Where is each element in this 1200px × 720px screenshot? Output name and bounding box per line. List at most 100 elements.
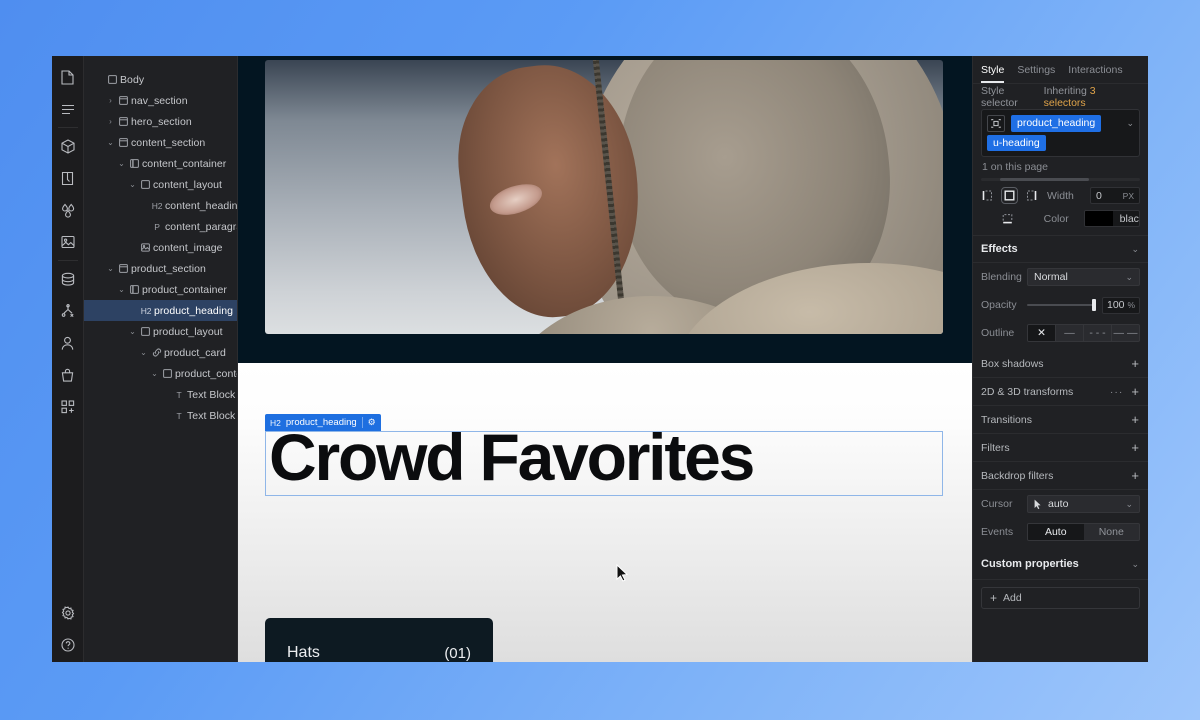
style-panel[interactable]: Style Settings Interactions Style select… xyxy=(972,56,1148,662)
chevron-down-icon[interactable]: ⌄ xyxy=(1131,244,1139,255)
navigator-row-text-block[interactable]: T Text Block xyxy=(84,384,237,405)
panel-horizontal-scrollbar[interactable] xyxy=(981,178,1140,182)
blending-select[interactable]: Normal ⌄ xyxy=(1027,268,1140,287)
hero-section[interactable] xyxy=(238,56,972,363)
navigator-row-content-heading[interactable]: H2 content_heading xyxy=(84,195,237,216)
content-image[interactable] xyxy=(265,60,943,334)
border-color-field[interactable]: black xyxy=(1083,210,1141,228)
inheriting-label[interactable]: Inheriting 3 selectors xyxy=(1044,85,1140,109)
plus-icon[interactable]: + xyxy=(1131,469,1139,482)
border-color-swatch[interactable] xyxy=(1084,211,1113,227)
navigator-row-hero-section[interactable]: › hero_section xyxy=(84,111,237,132)
plus-icon[interactable]: + xyxy=(1131,357,1139,370)
outline-option-solid[interactable]: — xyxy=(1056,325,1084,342)
selector-chip-u-heading[interactable]: u-heading xyxy=(987,135,1046,152)
outline-option-dashed[interactable]: — — xyxy=(1112,325,1139,341)
panel-scrollbar-thumb[interactable] xyxy=(1000,178,1090,182)
border-all-icon[interactable] xyxy=(1001,187,1018,205)
selector-chip-product-heading[interactable]: product_heading xyxy=(1011,115,1102,133)
help-icon[interactable] xyxy=(52,634,84,656)
opacity-slider-knob[interactable] xyxy=(1092,299,1096,312)
events-segmented[interactable]: Auto None xyxy=(1027,523,1140,542)
navigator-row-product-heading[interactable]: H2 product_heading xyxy=(84,300,237,321)
product-heading-selection-box[interactable]: H2 product_heading ⚙ Crowd Favorites xyxy=(265,414,943,496)
border-bottom-icon[interactable] xyxy=(1002,212,1014,225)
chevron-down-icon[interactable]: ⌄ xyxy=(1125,499,1133,510)
plus-icon[interactable]: + xyxy=(1131,441,1139,454)
navigator-row-content-paragra-[interactable]: Pcontent_paragra.. xyxy=(84,216,237,237)
product-heading-text[interactable]: Crowd Favorites xyxy=(269,424,755,490)
filters-row[interactable]: Filters + xyxy=(973,434,1148,463)
navigator-row-text-block[interactable]: T Text Block xyxy=(84,405,237,426)
tab-settings[interactable]: Settings xyxy=(1017,64,1055,83)
variables-icon[interactable] xyxy=(52,199,84,221)
settings-gear-icon[interactable] xyxy=(52,602,84,624)
chevron-down-icon[interactable]: ⌄ xyxy=(149,369,160,378)
apps-icon[interactable] xyxy=(52,396,84,418)
navigator-row-content-section[interactable]: ⌄ content_section xyxy=(84,132,237,153)
components-icon[interactable] xyxy=(52,135,84,157)
transforms-row[interactable]: 2D & 3D transforms ··· + xyxy=(973,378,1148,407)
plus-icon[interactable]: + xyxy=(1131,385,1139,398)
border-width-unit[interactable]: PX xyxy=(1123,191,1134,201)
product-card[interactable]: Hats (01) xyxy=(265,618,493,662)
logic-icon[interactable] xyxy=(52,300,84,322)
navigator-row-label: content_paragra.. xyxy=(165,220,237,233)
users-icon[interactable] xyxy=(52,332,84,354)
chevron-down-icon[interactable]: ⌄ xyxy=(105,138,116,147)
navigator-row-body[interactable]: Body xyxy=(84,69,237,90)
transitions-row[interactable]: Transitions + xyxy=(973,406,1148,435)
outline-option-dotted[interactable]: - - - xyxy=(1084,325,1112,342)
navigator-row-product-layout[interactable]: ⌄ product_layout xyxy=(84,321,237,342)
border-left-icon[interactable] xyxy=(981,189,994,202)
chevron-down-icon[interactable]: ⌄ xyxy=(1126,118,1134,129)
product-section[interactable]: H2 product_heading ⚙ Crowd Favorites Hat… xyxy=(238,363,972,662)
navigator-row-product-container[interactable]: ⌄ product_container xyxy=(84,279,237,300)
effects-section-header[interactable]: Effects ⌄ xyxy=(973,236,1148,264)
events-option-auto[interactable]: Auto xyxy=(1028,524,1084,541)
chevron-down-icon[interactable]: ⌄ xyxy=(138,348,149,357)
custom-properties-header[interactable]: Custom properties ⌄ xyxy=(973,549,1148,581)
pages-icon[interactable] xyxy=(52,66,84,88)
chevron-down-icon[interactable]: ⌄ xyxy=(127,180,138,189)
opacity-slider[interactable] xyxy=(1027,296,1096,314)
outline-option-none[interactable]: ✕ xyxy=(1028,325,1056,342)
navigator-row-product-section[interactable]: ⌄ product_section xyxy=(84,258,237,279)
cms-icon[interactable] xyxy=(52,268,84,290)
navigator-row-product-card[interactable]: ⌄ product_card xyxy=(84,342,237,363)
assets-icon[interactable] xyxy=(52,167,84,189)
plus-icon[interactable]: + xyxy=(1131,413,1139,426)
chevron-down-icon[interactable]: ⌄ xyxy=(1125,272,1133,283)
more-options-icon[interactable]: ··· xyxy=(1110,386,1124,398)
outline-style-segmented[interactable]: ✕ — - - - — — xyxy=(1027,324,1140,343)
tab-style[interactable]: Style xyxy=(981,64,1005,83)
navigator-row-content-container[interactable]: ⌄ content_container xyxy=(84,153,237,174)
chevron-right-icon[interactable]: › xyxy=(105,96,116,105)
add-custom-property-button[interactable]: + Add xyxy=(981,587,1140,610)
design-canvas[interactable]: H2 product_heading ⚙ Crowd Favorites Hat… xyxy=(238,56,972,662)
navigator-row-content-image[interactable]: content_image xyxy=(84,237,237,258)
navigator-icon[interactable] xyxy=(52,98,84,120)
border-right-icon[interactable] xyxy=(1025,189,1038,202)
box-shadows-row[interactable]: Box shadows + xyxy=(973,350,1148,379)
navigator-panel[interactable]: Body › nav_section › hero_section ⌄ content_se… xyxy=(84,56,238,662)
navigator-row-product-conte-[interactable]: ⌄ product_conte.. xyxy=(84,363,237,384)
ecommerce-icon[interactable] xyxy=(52,364,84,386)
chevron-right-icon[interactable]: › xyxy=(105,117,116,126)
backdrop-filters-row[interactable]: Backdrop filters + xyxy=(973,462,1148,491)
element-state-icon[interactable] xyxy=(987,115,1005,133)
chevron-down-icon[interactable]: ⌄ xyxy=(116,159,127,168)
navigator-row-nav-section[interactable]: › nav_section xyxy=(84,90,237,111)
chevron-down-icon[interactable]: ⌄ xyxy=(127,327,138,336)
events-option-none[interactable]: None xyxy=(1084,524,1140,540)
navigator-row-content-layout[interactable]: ⌄ content_layout xyxy=(84,174,237,195)
opacity-input[interactable]: 100 % xyxy=(1102,296,1140,314)
style-selector-box[interactable]: product_heading ⌄ u-heading xyxy=(981,109,1140,158)
tab-interactions[interactable]: Interactions xyxy=(1068,64,1122,83)
chevron-down-icon[interactable]: ⌄ xyxy=(1131,559,1139,570)
chevron-down-icon[interactable]: ⌄ xyxy=(116,285,127,294)
cursor-select[interactable]: auto ⌄ xyxy=(1027,495,1140,514)
border-width-input[interactable]: 0 PX xyxy=(1090,187,1140,205)
chevron-down-icon[interactable]: ⌄ xyxy=(105,264,116,273)
media-icon[interactable] xyxy=(52,231,84,253)
